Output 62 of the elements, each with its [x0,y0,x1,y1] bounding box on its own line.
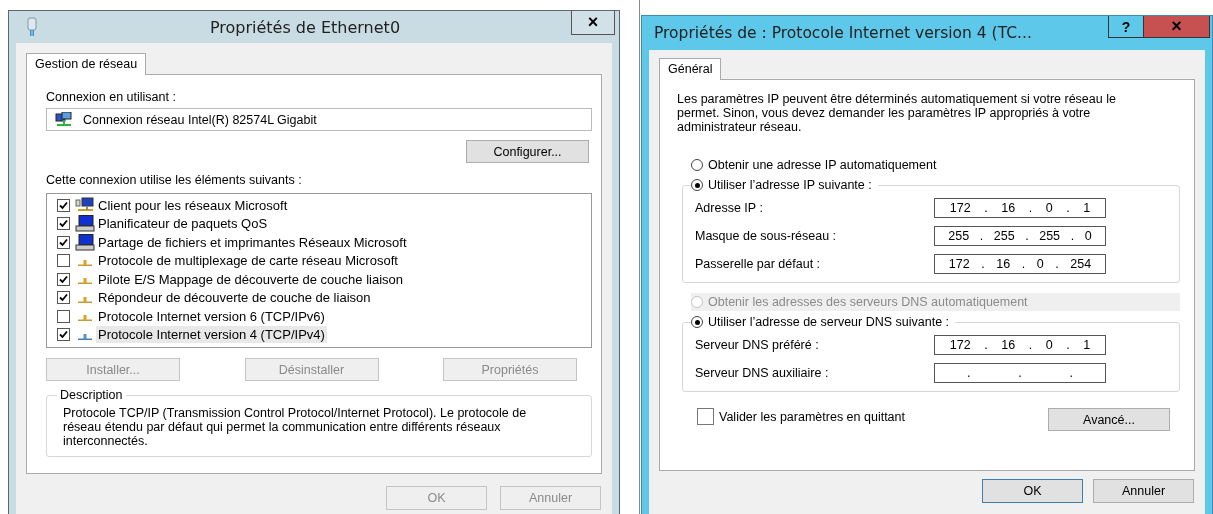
ip-address-field[interactable]: 172 . 16 . 0 . 254 [934,254,1106,274]
network-adapter-icon [55,111,73,128]
field-label: Serveur DNS préféré : [695,338,819,352]
dialog-button[interactable]: OK [982,479,1083,503]
window-title: Propriétés de : Protocole Internet version 4 (TC... [653,23,1033,42]
help-button[interactable]: ? [1108,16,1144,38]
computer-network-icon [75,196,95,214]
component-item[interactable]: Protocole Internet version 6 (TCP/IPv6) [96,307,327,325]
computer-icon [75,215,95,233]
network-icon [25,17,39,37]
checkbox[interactable] [57,217,70,231]
protocol-icon [78,315,92,322]
window-title: Propriétés de Ethernet0 [208,17,402,37]
component-item[interactable]: Protocole Internet version 4 (TCP/IPv4) [96,326,327,344]
checkbox[interactable] [57,309,70,323]
description-text: Protocole TCP/IP (Transmission Control Protocol/Internet Protocol). Le protocole de réseau étendu par défaut qui permet la communication entre différents réseaux interconnectés. [63,406,528,448]
checkbox[interactable] [57,235,70,249]
field-label: Serveur DNS auxiliaire : [695,366,829,380]
component-item[interactable]: Pilote E/S Mappage de découverte de couche liaison [96,270,405,288]
component-item[interactable]: Partage de fichiers et imprimantes Réseaux Microsoft [96,233,409,251]
label: Connexion en utilisant : [46,90,177,104]
intro-text: Les paramètres IP peuvent être déterminés automatiquement si votre réseau le permet. Sinon, vous devez demander les paramètres IP appropriés à votre administrateur réseau. [677,92,1117,134]
component-item[interactable]: Planificateur de paquets QoS [96,215,270,233]
ip-address-field[interactable]: 255 . 255 . 255 . 0 [934,226,1106,246]
component-item[interactable]: Client pour les réseaux Microsoft [96,196,290,214]
advanced-button[interactable]: Avancé... [1048,408,1170,431]
checkbox[interactable] [57,328,70,342]
radio-button[interactable] [691,179,703,191]
close-button[interactable]: × [1144,16,1210,38]
label: Cette connexion utilise les éléments suivants : [46,173,303,187]
computer-icon [75,233,95,251]
dialog-button[interactable]: Annuler [1093,479,1194,503]
radio-button[interactable] [691,159,703,171]
protocol-icon [78,278,92,285]
radio-label: Obtenir les adresses des serveurs DNS automatiquement [708,295,1028,309]
checkbox[interactable] [57,291,70,305]
radio-label: Utiliser l’adresse de serveur DNS suivante : [708,315,950,329]
radio-button[interactable] [691,316,703,328]
configure-button[interactable]: Configurer... [466,140,589,163]
checkbox[interactable] [57,254,70,268]
close-button[interactable]: × [571,11,615,35]
protocol-icon [78,333,92,340]
tab[interactable]: Général [659,58,722,80]
checkbox[interactable] [57,198,70,212]
field-label: Masque de sous-réseau : [695,229,837,243]
checkbox[interactable] [57,272,70,286]
checkbox-label: Valider les paramètres en quittant [719,409,905,424]
component-item[interactable]: Protocole de multiplexage de carte réseau Microsoft [96,252,400,270]
checkbox[interactable] [697,408,714,425]
component-item[interactable]: Répondeur de découverte de couche de liaison [96,289,373,307]
field-label: Passerelle par défaut : [695,257,821,271]
ip-address-field[interactable]: 172 . 16 . 0 . 1 [934,198,1106,218]
radio-label: Utiliser l’adresse IP suivante : [708,178,872,192]
radio-label: Obtenir une adresse IP automatiquement [708,158,937,172]
protocol-icon [78,296,92,303]
protocol-icon [78,259,92,266]
group-title: Description [57,388,126,402]
field-label: Adresse IP : [695,201,763,215]
adapter-name: Connexion réseau Intel(R) 82574L Gigabit [83,112,317,127]
ip-address-field[interactable]: . . . [934,363,1106,383]
ip-address-field[interactable]: 172 . 16 . 0 . 1 [934,335,1106,355]
tab[interactable]: Gestion de réseau [26,53,147,75]
